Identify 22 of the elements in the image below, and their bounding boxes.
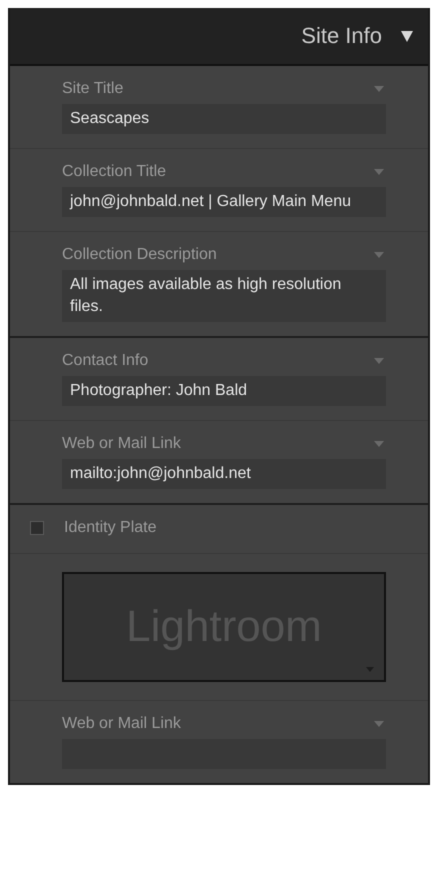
dropdown-arrow-icon[interactable] (374, 358, 384, 364)
field-label: Collection Description (62, 246, 217, 264)
field-label: Collection Title (62, 163, 166, 181)
field-label: Web or Mail Link (62, 435, 181, 453)
checkbox-label: Identity Plate (64, 519, 156, 537)
dropdown-arrow-icon[interactable] (374, 721, 384, 727)
text-field[interactable]: mailto:john@johnbald.net (62, 459, 386, 489)
dropdown-arrow-icon[interactable] (374, 86, 384, 92)
text-field[interactable]: All images available as high resolution files. (62, 270, 386, 322)
field-label: Contact Info (62, 352, 148, 370)
collapse-triangle-icon[interactable] (400, 29, 414, 43)
text-field[interactable]: Photographer: John Bald (62, 376, 386, 406)
dropdown-arrow-icon[interactable] (374, 169, 384, 175)
checkbox[interactable] (30, 521, 44, 535)
text-field[interactable]: Seascapes (62, 104, 386, 134)
field-label: Site Title (62, 80, 124, 98)
panel-header[interactable]: Site Info (10, 8, 428, 66)
field-label: Web or Mail Link (62, 715, 181, 733)
dropdown-arrow-icon[interactable] (374, 252, 384, 258)
panel-title: Site Info (301, 23, 382, 49)
text-field[interactable]: john@johnbald.net | Gallery Main Menu (62, 187, 386, 217)
dropdown-arrow-icon[interactable] (374, 441, 384, 447)
